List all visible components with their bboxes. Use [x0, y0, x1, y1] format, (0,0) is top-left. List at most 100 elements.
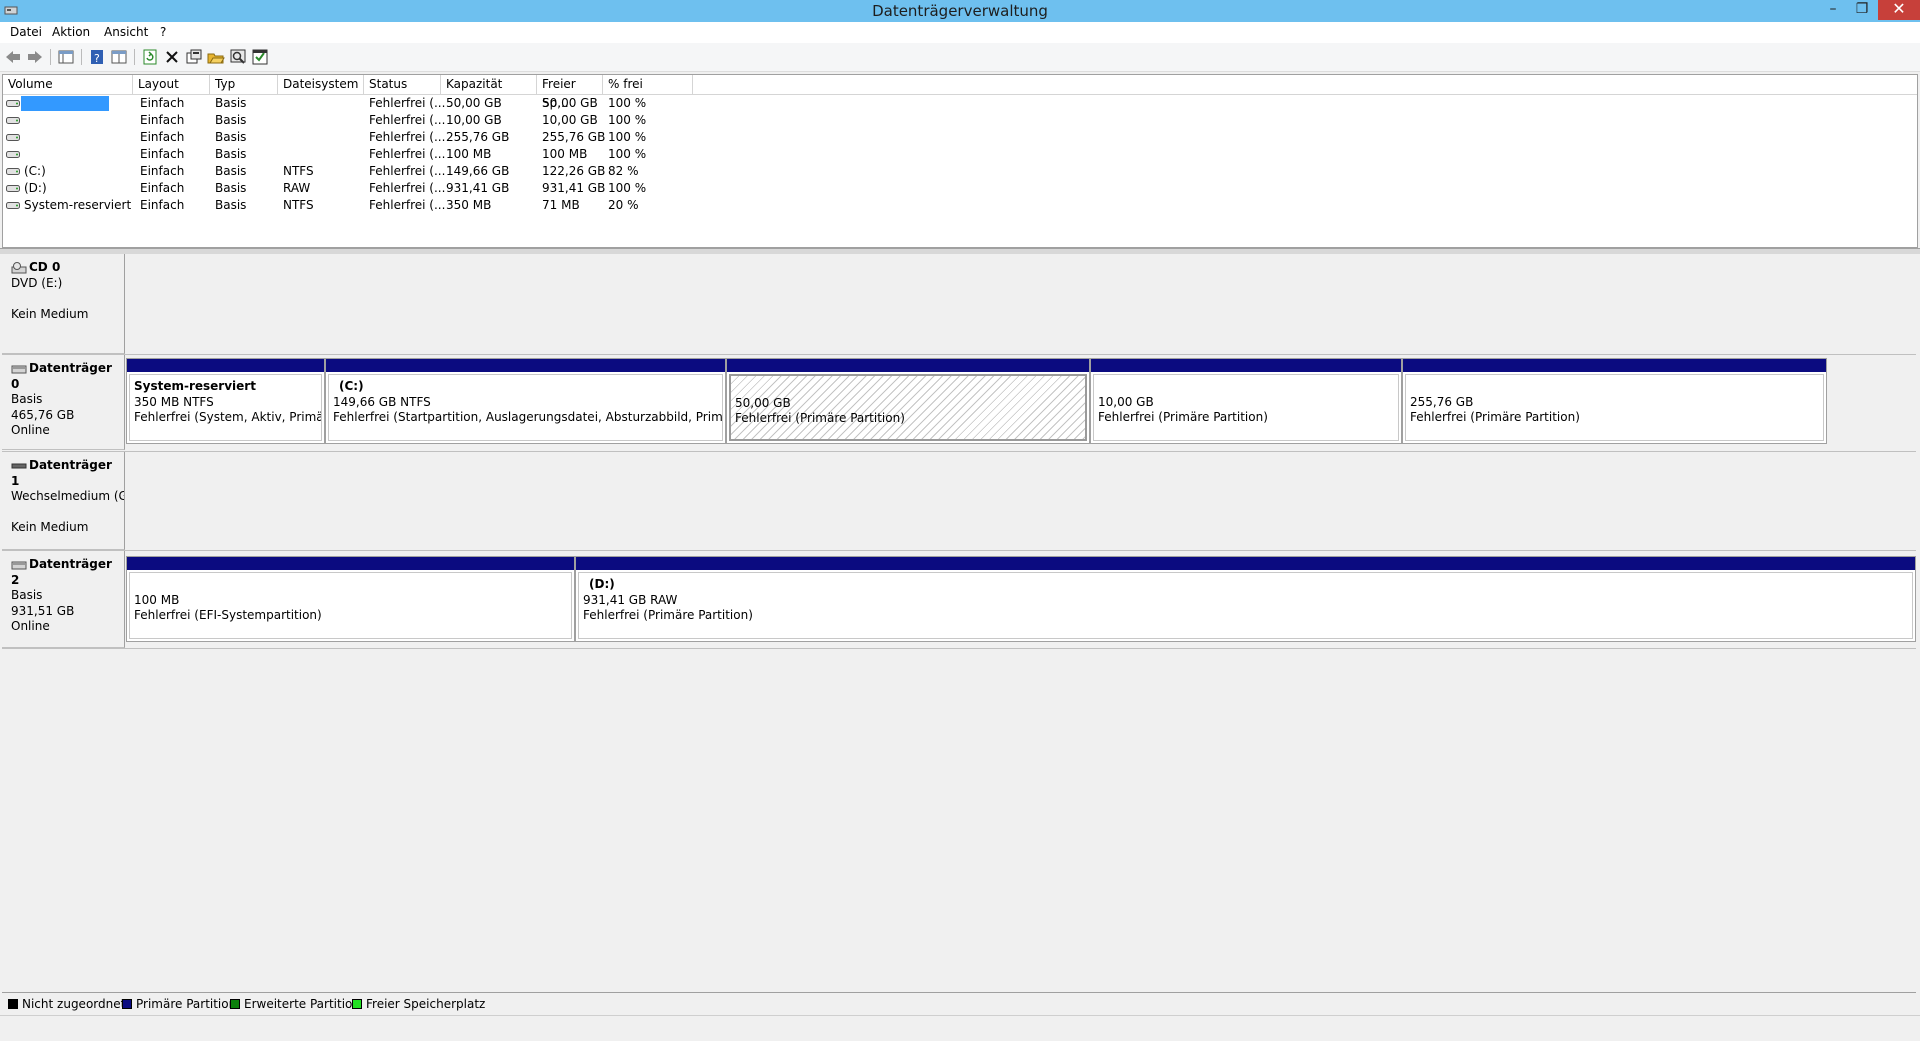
volume-cell-prozent: 82 % [608, 164, 639, 178]
partition-body: System-reserviert 350 MB NTFS Fehlerfrei… [129, 374, 322, 441]
partition-title [1410, 379, 1823, 395]
column-header-prozent-frei[interactable]: % frei [603, 75, 693, 94]
disk-row-separator [2, 648, 1916, 649]
partition-d[interactable]: (D:) 931,41 GB RAW Fehlerfrei (Primäre P… [575, 556, 1916, 642]
legend-label: Erweiterte Partition [244, 997, 360, 1011]
volume-cell-kapazitaet: 100 MB [446, 147, 492, 161]
forward-icon[interactable] [26, 48, 44, 66]
column-header-volume[interactable]: Volume [3, 75, 133, 94]
column-header-typ[interactable]: Typ [210, 75, 278, 94]
menu-ansicht[interactable]: Ansicht [104, 25, 148, 39]
volume-cell-frei: 100 MB [542, 147, 588, 161]
menu-datei[interactable]: Datei [10, 25, 42, 39]
volume-cell-status: Fehlerfrei (... [369, 130, 446, 144]
partition-title: (D:) [589, 577, 615, 591]
volume-cell-layout: Einfach [140, 96, 185, 110]
disk-info-line [11, 291, 124, 307]
column-header-dateisystem[interactable]: Dateisystem [278, 75, 364, 94]
window-title: Datenträgerverwaltung [872, 2, 1048, 20]
volume-cell-frei: 10,00 GB [542, 113, 598, 127]
close-button[interactable]: ✕ [1878, 0, 1920, 20]
partition-c[interactable]: (C:) 149,66 GB NTFS Fehlerfrei (Startpar… [325, 358, 726, 444]
volume-cell-status: Fehlerfrei (... [369, 113, 446, 127]
volume-name: System-reserviert [24, 198, 132, 212]
partition-title: System-reserviert [134, 379, 256, 393]
partition-bar-primary [127, 557, 574, 570]
volume-cell-kapazitaet: 350 MB [446, 198, 492, 212]
volume-cell-frei: 71 MB [542, 198, 580, 212]
disk-label-datentraeger-0[interactable]: Datenträger 0 Basis 465,76 GB Online [2, 355, 125, 450]
volume-row[interactable]: Einfach Basis Fehlerfrei (... 100 MB 100 MB 1… [3, 146, 1917, 163]
volume-cell-typ: Basis [215, 181, 247, 195]
partition-status: Fehlerfrei (Primäre Partition) [735, 411, 905, 425]
legend-label: Nicht zugeordnet [22, 997, 126, 1011]
column-header-status[interactable]: Status [364, 75, 441, 94]
volume-row[interactable]: Einfach Basis Fehlerfrei (... 50,00 GB 50,00… [3, 95, 1917, 112]
partition-10gb[interactable]: 10,00 GB Fehlerfrei (Primäre Partition) [1090, 358, 1402, 444]
volume-row[interactable]: System-reserviert Einfach Basis NTFS Fehlerf… [3, 197, 1917, 214]
partition-status: Fehlerfrei (EFI-Systempartition) [134, 608, 322, 622]
properties-icon[interactable] [185, 48, 203, 66]
volume-row[interactable]: (D:) Einfach Basis RAW Fehlerfrei (... 931,41… [3, 180, 1917, 197]
disk-label-cd0[interactable]: CD 0 DVD (E:) Kein Medium [2, 254, 125, 354]
volume-row[interactable]: Einfach Basis Fehlerfrei (... 10,00 GB 10,00… [3, 112, 1917, 129]
volume-cell-status: Fehlerfrei (... [369, 147, 446, 161]
menu-bar: Datei Aktion Ansicht ? [0, 22, 1920, 43]
explore-icon[interactable] [229, 48, 247, 66]
column-header-kapazitaet[interactable]: Kapazität [441, 75, 537, 94]
partition-body: 100 MB Fehlerfrei (EFI-Systempartition) [129, 572, 572, 639]
partition-body: 255,76 GB Fehlerfrei (Primäre Partition) [1405, 374, 1824, 441]
properties-view-icon[interactable] [110, 48, 128, 66]
rescan-icon[interactable] [251, 48, 269, 66]
partition-efi[interactable]: 100 MB Fehlerfrei (EFI-Systempartition) [126, 556, 575, 642]
refresh-icon[interactable] [141, 48, 159, 66]
legend-label: Freier Speicherplatz [366, 997, 486, 1011]
volume-icon [6, 168, 20, 175]
selected-volume-highlight [21, 96, 109, 111]
disk-name: CD 0 [29, 260, 61, 274]
volume-row[interactable]: (C:) Einfach Basis NTFS Fehlerfrei (... 149,6… [3, 163, 1917, 180]
menu-help[interactable]: ? [160, 25, 166, 39]
volume-cell-layout: Einfach [140, 130, 185, 144]
partition-bar-primary [326, 359, 725, 372]
volume-name: (C:) [24, 164, 46, 178]
volume-cell-status: Fehlerfrei (... [369, 181, 446, 195]
minimize-button[interactable]: – [1820, 0, 1846, 20]
volume-cell-kapazitaet: 149,66 GB [446, 164, 510, 178]
toolbar-separator [50, 49, 51, 65]
column-header-layout[interactable]: Layout [133, 75, 210, 94]
column-header-freier-speicher[interactable]: Freier Sp... [537, 75, 603, 110]
partition-50gb-selected[interactable]: 50,00 GB Fehlerfrei (Primäre Partition) [726, 358, 1090, 444]
disk-info-line: Kein Medium [11, 520, 89, 534]
volume-cell-kapazitaet: 931,41 GB [446, 181, 510, 195]
disk-label-datentraeger-1[interactable]: Datenträger 1 Wechselmedium (G: Kein Med… [2, 452, 125, 550]
disk-row-separator [2, 451, 1916, 452]
volume-cell-layout: Einfach [140, 198, 185, 212]
partition-system-reserviert[interactable]: System-reserviert 350 MB NTFS Fehlerfrei… [126, 358, 325, 444]
back-icon[interactable] [4, 48, 22, 66]
partition-title [134, 577, 571, 593]
console-tree-icon[interactable] [57, 48, 75, 66]
open-icon[interactable] [207, 48, 225, 66]
partition-255gb[interactable]: 255,76 GB Fehlerfrei (Primäre Partition) [1402, 358, 1827, 444]
partition-body: (D:) 931,41 GB RAW Fehlerfrei (Primäre P… [578, 572, 1913, 639]
restore-button[interactable]: ❐ [1849, 0, 1875, 20]
disk-info-line: 931,51 GB [11, 603, 75, 618]
volume-cell-prozent: 100 % [608, 147, 647, 161]
status-bar [0, 1015, 1920, 1041]
delete-icon[interactable] [163, 48, 181, 66]
volume-list: Volume Layout Typ Dateisystem Status Kap… [2, 74, 1918, 248]
volume-row[interactable]: Einfach Basis Fehlerfrei (... 255,76 GB 255,… [3, 129, 1917, 146]
partition-status: Fehlerfrei (Primäre Partition) [583, 608, 753, 622]
volume-icon [6, 202, 20, 209]
disk-label-datentraeger-2[interactable]: Datenträger 2 Basis 931,51 GB Online [2, 551, 125, 648]
volume-cell-frei: 50,00 GB [542, 96, 598, 110]
disk-info-line: Online [11, 423, 50, 437]
menu-aktion[interactable]: Aktion [52, 25, 90, 39]
disk-info-line: 465,76 GB [11, 407, 75, 422]
legend-item-primaere-partition: Primäre Partition [122, 997, 236, 1011]
volume-cell-dateisystem: NTFS [283, 164, 314, 178]
help-icon[interactable]: ? [88, 48, 106, 66]
legend-item-freier-speicherplatz: Freier Speicherplatz [352, 997, 485, 1011]
legend-label: Primäre Partition [136, 997, 237, 1011]
